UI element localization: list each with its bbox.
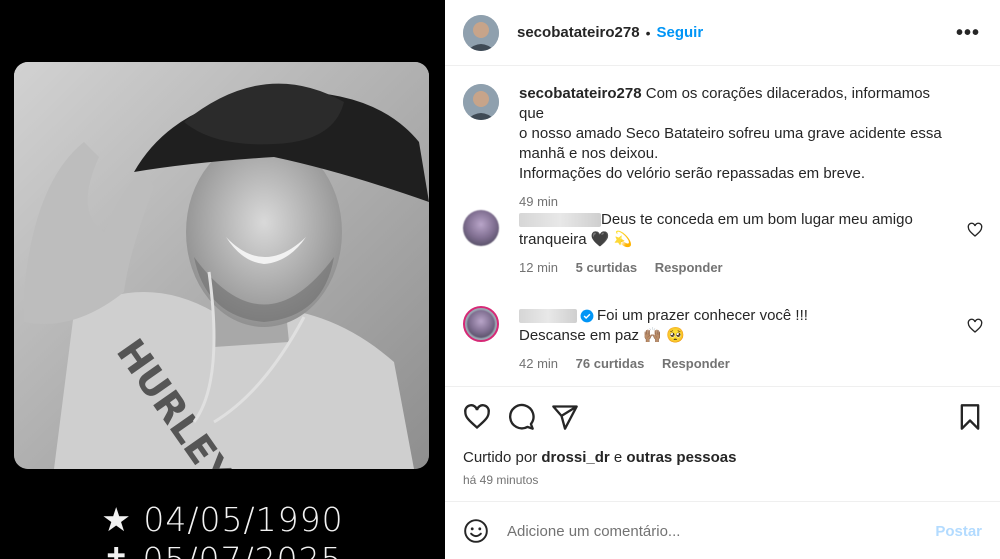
comment-text-line-2: Descanse em paz 🙌🏽 🥺 [519,327,685,344]
commenter-username-blurred[interactable] [519,213,601,228]
comment-meta: 12 min 5 curtidas Responder [519,258,959,278]
likes-connector: e [613,449,623,466]
separator-dot: • [645,24,651,41]
author-avatar[interactable] [463,14,499,51]
man-with-hat-photo: HURLEY [14,62,429,469]
comment-likes[interactable]: 76 curtidas [576,356,645,371]
post-comment-button[interactable]: Postar [935,523,982,540]
post-header: secobatateiro278 • Seguir ••• [445,0,1000,66]
reply-button[interactable]: Responder [662,356,730,371]
reply-button[interactable]: Responder [655,260,723,275]
author-username[interactable]: secobatateiro278 [517,24,640,41]
commenter-avatar[interactable] [463,306,499,342]
post-media: HURLEY ★ 04/05/1990 ✝ 05/07/2025 [0,0,445,559]
bookmark-icon[interactable] [956,403,984,431]
comment-body: Deus te conceda em um bom lugar meu amig… [519,210,959,278]
birth-date: ★ 04/05/1990 [101,500,344,539]
post-side-panel: secobatateiro278 • Seguir ••• secobatate… [445,0,1000,559]
comment-time: 12 min [519,260,559,275]
comment-like-heart-icon[interactable] [967,318,983,334]
caption-time: 49 min [519,194,559,209]
liker-username[interactable]: drossi_dr [541,449,609,466]
comments-list: secobatateiro278 Com os corações dilacer… [445,66,1000,386]
comment-text-line-1: Deus te conceda em um bom lugar meu amig… [601,211,913,228]
emoji-icon[interactable] [463,518,489,544]
likes-summary: Curtido por drossi_dr e outras pessoas [463,449,736,466]
caption-avatar[interactable] [463,84,499,120]
caption-body: secobatateiro278 Com os corações dilacer… [519,84,959,212]
comment-input[interactable] [507,516,907,546]
caption-meta: 49 min [519,192,959,212]
likes-others[interactable]: outras pessoas [626,449,736,466]
caption-line-4: Informações do velório serão repassadas … [519,165,866,182]
follow-button[interactable]: Seguir [656,24,703,41]
comment-text-line-1: Foi um prazer conhecer você !!! [597,307,808,324]
likes-prefix: Curtido por [463,449,538,466]
comment-text-line-2: tranqueira 🖤 💫 [519,231,633,248]
add-comment-bar: Postar [445,501,1000,559]
post-photo[interactable]: HURLEY [14,62,429,469]
post-actions: Curtido por drossi_dr e outras pessoas h… [445,386,1000,501]
commenter-username-blurred[interactable] [519,309,577,324]
heart-icon[interactable] [463,403,491,431]
caption-username[interactable]: secobatateiro278 [519,85,642,102]
caption-line-3: manhã e nos deixou. [519,145,659,162]
comment-icon[interactable] [507,403,535,431]
comment-like-heart-icon[interactable] [967,222,983,238]
death-date: ✝ 05/07/2025 [0,540,445,559]
more-options-icon[interactable]: ••• [956,22,980,45]
verified-badge-icon [580,309,594,323]
post-timestamp: há 49 minutos [463,473,539,487]
caption-line-2: o nosso amado Seco Batateiro sofreu uma … [519,125,942,142]
share-icon[interactable] [551,403,579,431]
comment-likes[interactable]: 5 curtidas [576,260,637,275]
comment-meta: 42 min 76 curtidas Responder [519,354,959,374]
comment-time: 42 min [519,356,559,371]
comment-body: Foi um prazer conhecer você !!! Descanse… [519,306,959,374]
commenter-avatar[interactable] [463,210,499,246]
